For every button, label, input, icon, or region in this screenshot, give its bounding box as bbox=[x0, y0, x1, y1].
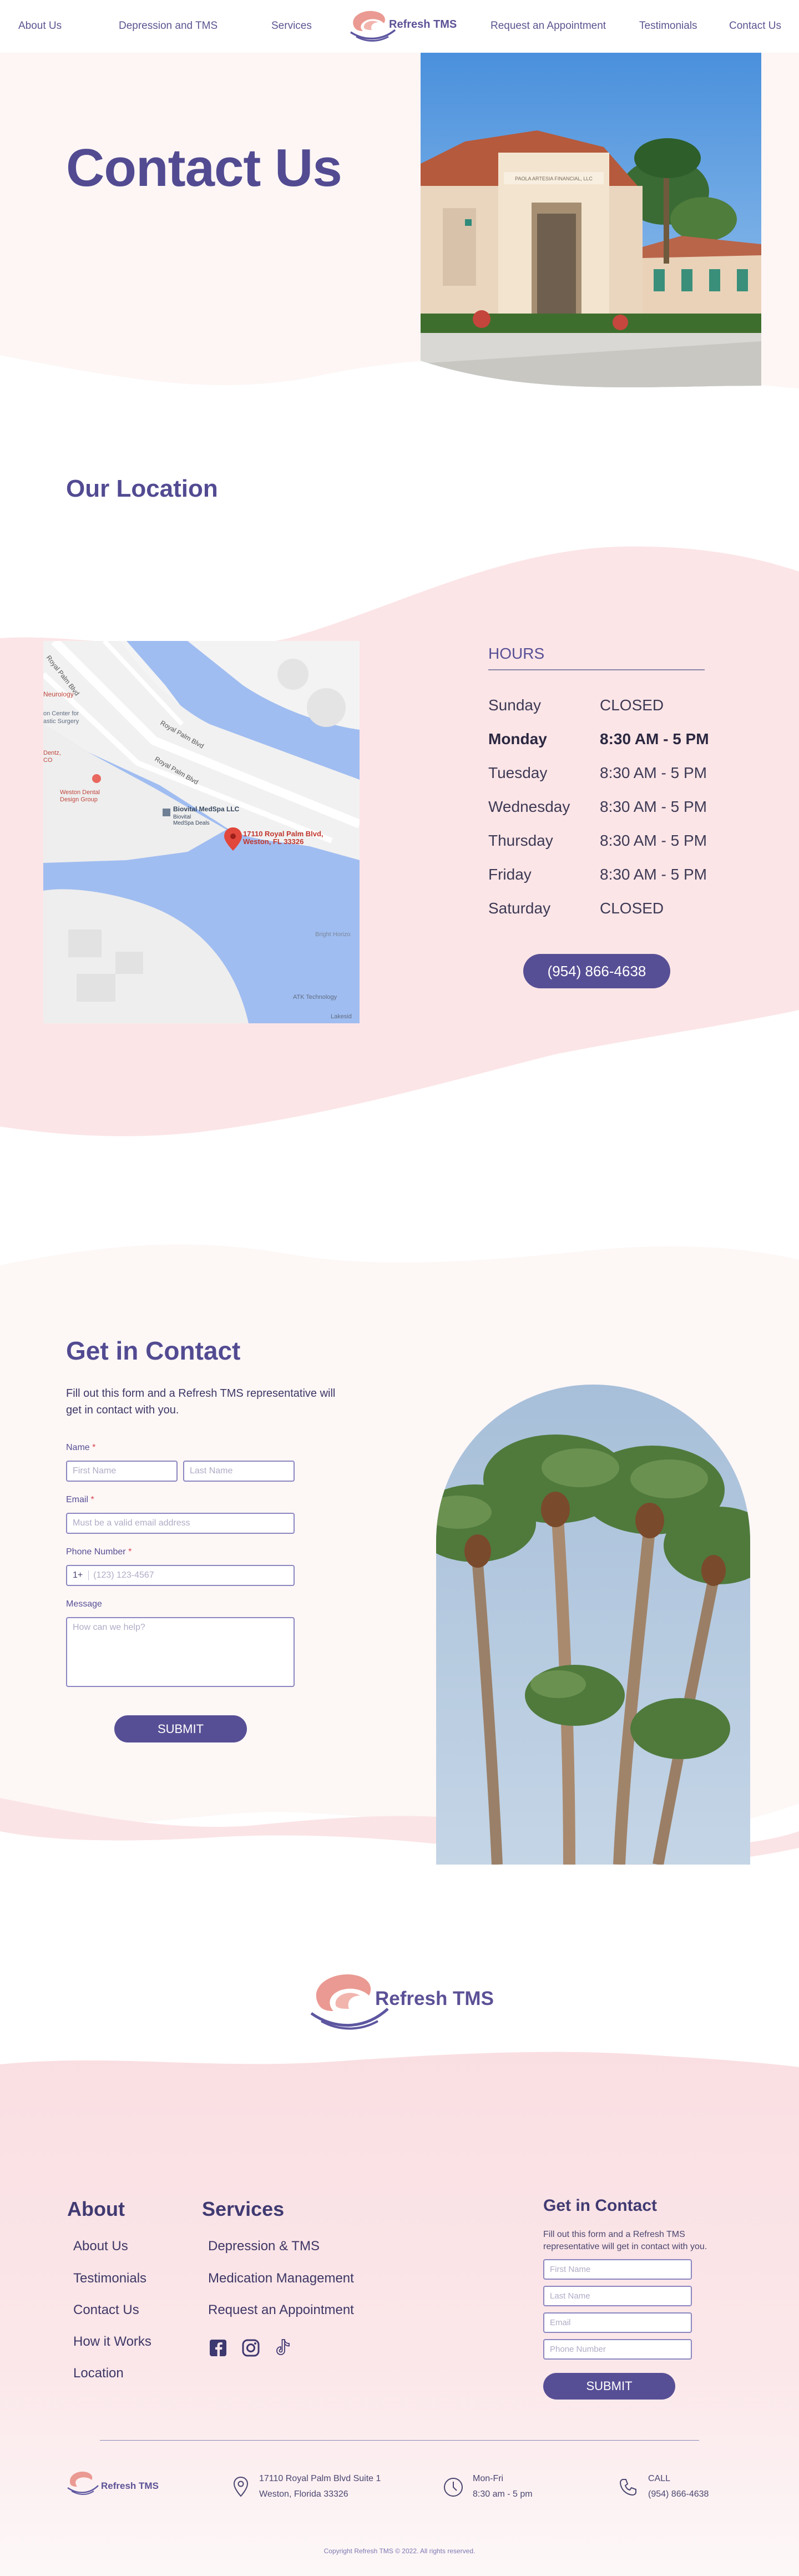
hours-row-time: 8:30 AM - 5 PM bbox=[600, 866, 707, 883]
phone-placeholder: (123) 123-4567 bbox=[88, 1570, 154, 1580]
footer-about-title: About bbox=[67, 2198, 125, 2220]
hours-row-time: 8:30 AM - 5 PM bbox=[600, 764, 707, 781]
map-poi-label: Design Group bbox=[60, 796, 98, 803]
footer-last-name-input[interactable]: Last Name bbox=[543, 2286, 692, 2306]
hours-row-time: 8:30 AM - 5 PM bbox=[600, 798, 707, 815]
footer-small-brand[interactable]: Refresh TMS bbox=[101, 2481, 159, 2492]
nav-testimonials[interactable]: Testimonials bbox=[639, 20, 697, 32]
footer-services-title: Services bbox=[202, 2198, 285, 2220]
contact-title: Get in Contact bbox=[66, 1336, 241, 1365]
phone-prefix: 1+ bbox=[73, 1570, 83, 1580]
footer-link-testimonials[interactable]: Testimonials bbox=[73, 2271, 146, 2286]
footer-brand-name[interactable]: Refresh TMS bbox=[375, 1988, 494, 2010]
footer-address-line1: 17110 Royal Palm Blvd Suite 1 bbox=[259, 2474, 381, 2483]
hours-row: Sunday bbox=[488, 696, 541, 714]
hours-row-time: 8:30 AM - 5 PM bbox=[600, 832, 707, 849]
instagram-icon[interactable] bbox=[242, 2339, 260, 2357]
hours-row: Tuesday bbox=[488, 764, 548, 781]
nav-depression-tms[interactable]: Depression and TMS bbox=[119, 20, 218, 32]
map-poi-label: Weston Dental bbox=[60, 789, 100, 796]
tiktok-icon[interactable] bbox=[275, 2338, 292, 2358]
map-poi-label: ATK Technology bbox=[293, 994, 337, 1001]
footer-link-medication-management[interactable]: Medication Management bbox=[208, 2271, 354, 2286]
name-label: Name * bbox=[66, 1443, 96, 1452]
phone-button[interactable]: (954) 866-4638 bbox=[523, 954, 670, 988]
phone-input[interactable]: 1+ (123) 123-4567 bbox=[66, 1565, 295, 1586]
copyright: Copyright Refresh TMS © 2022. All rights… bbox=[323, 2547, 476, 2555]
last-name-input[interactable]: Last Name bbox=[183, 1461, 295, 1482]
footer-phone-input[interactable]: Phone Number bbox=[543, 2339, 692, 2360]
hours-row-time: CLOSED bbox=[600, 900, 664, 917]
hours-row: Wednesday bbox=[488, 798, 570, 815]
map-poi-label: CO bbox=[43, 757, 53, 764]
hours-row: Saturday bbox=[488, 900, 551, 917]
nav-about-us[interactable]: About Us bbox=[18, 20, 62, 32]
map-pin-label: 17110 Royal Palm Blvd, bbox=[243, 830, 323, 838]
map-poi-label: Dentz, bbox=[43, 750, 61, 756]
footer-link-location[interactable]: Location bbox=[73, 2366, 124, 2381]
map-poi-label: MedSpa Deals bbox=[173, 820, 210, 826]
location-title: Our Location bbox=[66, 475, 218, 502]
map-pin-label: Weston, FL 33326 bbox=[243, 837, 304, 846]
footer-small-logo-icon[interactable] bbox=[66, 2469, 99, 2502]
hours-row-time: CLOSED bbox=[600, 696, 664, 714]
footer-contact-intro: Fill out this form and a Refresh TMS rep… bbox=[543, 2230, 707, 2251]
footer-link-how-it-works[interactable]: How it Works bbox=[73, 2334, 151, 2350]
email-input[interactable]: Must be a valid email address bbox=[66, 1513, 295, 1534]
nav-request-appointment[interactable]: Request an Appointment bbox=[490, 20, 606, 32]
first-name-input[interactable]: First Name bbox=[66, 1461, 178, 1482]
submit-button[interactable]: SUBMIT bbox=[114, 1715, 247, 1742]
phone-label: Phone Number * bbox=[66, 1547, 132, 1557]
map-poi-label: Biovital MedSpa LLC bbox=[173, 805, 240, 813]
map-poi-label: Bright Horizo bbox=[315, 931, 351, 938]
map-poi-label: astic Surgery bbox=[43, 718, 79, 725]
hours-row: Friday bbox=[488, 866, 532, 883]
map-poi-label: Lakesid bbox=[331, 1013, 352, 1020]
footer-link-request-appointment[interactable]: Request an Appointment bbox=[208, 2302, 354, 2318]
footer-contact-title: Get in Contact bbox=[543, 2196, 658, 2215]
footer-call-number[interactable]: (954) 866-4638 bbox=[648, 2489, 709, 2499]
footer-link-about-us[interactable]: About Us bbox=[73, 2239, 128, 2254]
location-pin-icon bbox=[233, 2476, 249, 2497]
building-sign: PAOLA ARTESIA FINANCIAL, LLC bbox=[515, 176, 593, 181]
footer-address-line2: Weston, Florida 33326 bbox=[259, 2489, 348, 2499]
message-textarea[interactable]: How can we help? bbox=[66, 1617, 295, 1687]
map-poi-label: Biovital bbox=[173, 814, 191, 820]
email-label: Email * bbox=[66, 1495, 94, 1504]
palm-trees-photo bbox=[436, 1385, 750, 1865]
footer-hours-line1: Mon-Fri bbox=[473, 2474, 504, 2483]
footer-divider bbox=[100, 2440, 699, 2441]
nav-contact-us[interactable]: Contact Us bbox=[729, 20, 781, 32]
footer-link-depression-tms[interactable]: Depression & TMS bbox=[208, 2239, 320, 2254]
page-title: Contact Us bbox=[66, 138, 342, 198]
hours-divider bbox=[488, 669, 705, 670]
facebook-icon[interactable] bbox=[209, 2339, 227, 2357]
page: { "nav": { "left": ["About Us", "Depress… bbox=[0, 0, 799, 2576]
clock-icon bbox=[444, 2478, 463, 2497]
hours-row: Thursday bbox=[488, 832, 553, 849]
nav-services[interactable]: Services bbox=[271, 20, 312, 32]
message-label: Message bbox=[66, 1599, 102, 1609]
footer-call-label: CALL bbox=[648, 2474, 671, 2483]
map-poi-label: on Center for bbox=[43, 710, 79, 717]
brand-name[interactable]: Refresh TMS bbox=[389, 18, 457, 31]
footer-hours-line2: 8:30 am - 5 pm bbox=[473, 2489, 533, 2499]
top-nav: About Us Depression and TMS Services Ref… bbox=[0, 0, 799, 53]
hours-row: Monday bbox=[488, 730, 547, 747]
map-poi-label: Neurology bbox=[43, 690, 74, 698]
phone-icon[interactable] bbox=[619, 2478, 638, 2497]
contact-intro: Fill out this form and a Refresh TMS rep… bbox=[66, 1387, 336, 1416]
footer-link-contact-us[interactable]: Contact Us bbox=[73, 2302, 139, 2318]
footer-submit-button[interactable]: SUBMIT bbox=[543, 2373, 675, 2400]
hours-title: HOURS bbox=[488, 645, 545, 662]
location-map[interactable]: Royal Palm Blvd Royal Palm Blvd Royal Pa… bbox=[43, 641, 360, 1023]
footer-first-name-input[interactable]: First Name bbox=[543, 2259, 692, 2280]
building-photo: PAOLA ARTESIA FINANCIAL, LLC bbox=[421, 53, 761, 387]
hours-row-time: 8:30 AM - 5 PM bbox=[600, 730, 709, 747]
footer-email-input[interactable]: Email bbox=[543, 2312, 692, 2333]
